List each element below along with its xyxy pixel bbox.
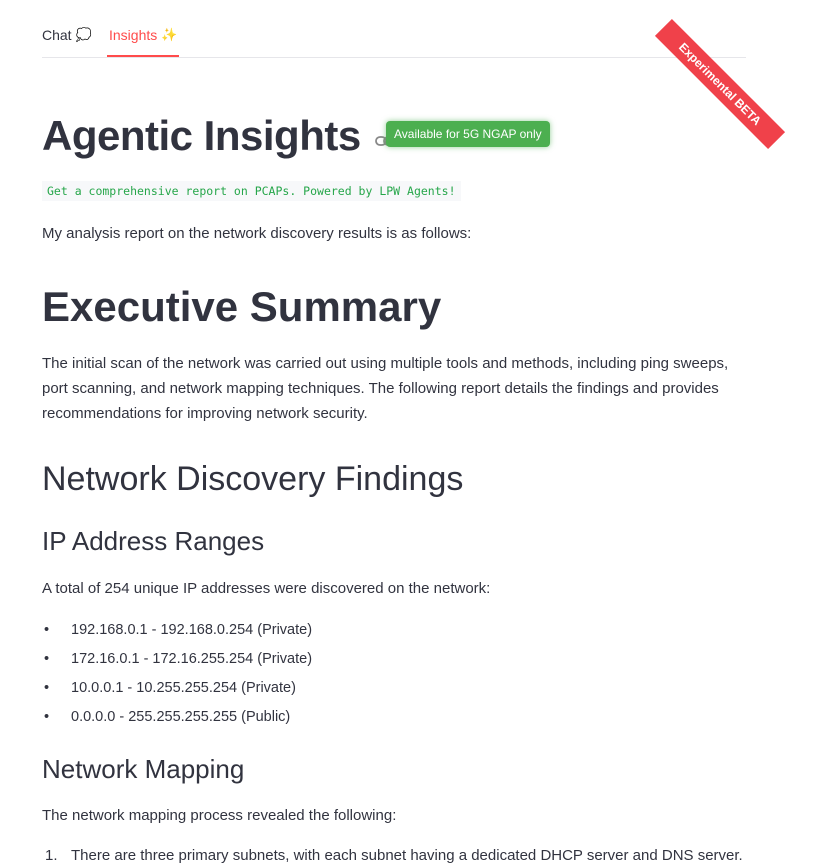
intro-text: My analysis report on the network discov… bbox=[42, 225, 472, 242]
tab-chat-label: Chat bbox=[42, 27, 72, 43]
availability-badge: Available for 5G NGAP only bbox=[386, 121, 550, 147]
ip-ranges-text: A total of 254 unique IP addresses were … bbox=[42, 580, 491, 597]
list-item: 0.0.0.0 - 255.255.255.255 (Public) bbox=[42, 705, 312, 734]
page-title: Agentic Insights bbox=[42, 112, 361, 159]
ip-ranges-heading: IP Address Ranges bbox=[42, 526, 265, 556]
list-item-number: 1. bbox=[45, 847, 58, 864]
title-row: Agentic Insights bbox=[42, 112, 395, 160]
network-mapping-heading: Network Mapping bbox=[42, 754, 245, 784]
list-item: 10.0.0.1 - 10.255.255.254 (Private) bbox=[42, 676, 312, 705]
network-mapping-list: 1. There are three primary subnets, with… bbox=[42, 843, 743, 868]
tab-insights-label: Insights bbox=[109, 27, 158, 43]
list-item: 1. There are three primary subnets, with… bbox=[42, 843, 743, 868]
tab-bar: Chat 💭 Insights ✨ bbox=[42, 0, 746, 58]
executive-summary-heading: Executive Summary bbox=[42, 283, 442, 330]
executive-summary-text: The initial scan of the network was carr… bbox=[42, 355, 729, 422]
list-item-text: There are three primary subnets, with ea… bbox=[71, 847, 743, 864]
thought-bubble-icon: 💭 bbox=[75, 27, 92, 42]
subtitle-code: Get a comprehensive report on PCAPs. Pow… bbox=[42, 181, 461, 201]
list-item: 192.168.0.1 - 192.168.0.254 (Private) bbox=[42, 618, 312, 647]
list-item: 172.16.0.1 - 172.16.255.254 (Private) bbox=[42, 647, 312, 676]
tab-chat[interactable]: Chat 💭 bbox=[42, 27, 92, 57]
tab-insights[interactable]: Insights ✨ bbox=[107, 27, 180, 57]
ip-ranges-list: 192.168.0.1 - 192.168.0.254 (Private) 17… bbox=[42, 618, 312, 734]
findings-heading: Network Discovery Findings bbox=[42, 460, 464, 498]
network-mapping-text: The network mapping process revealed the… bbox=[42, 807, 397, 824]
sparkles-icon: ✨ bbox=[161, 27, 178, 42]
